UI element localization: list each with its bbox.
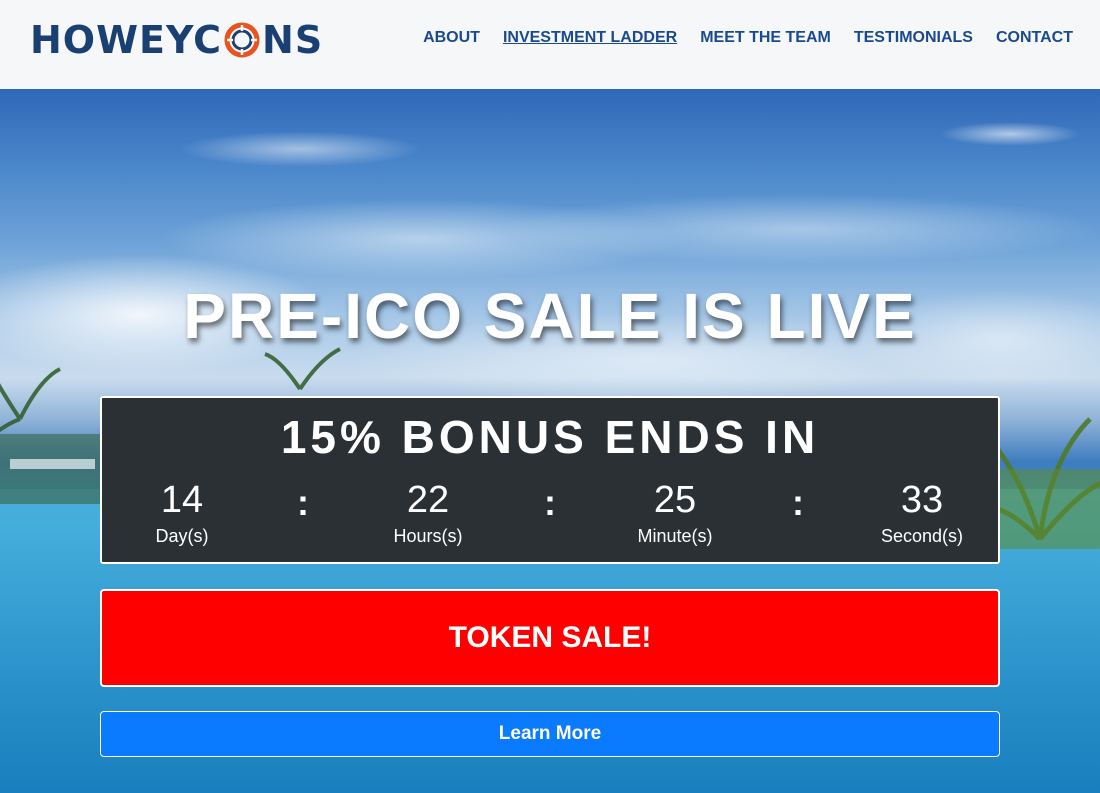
token-sale-button[interactable]: TOKEN SALE! bbox=[100, 589, 1000, 687]
countdown-separator: : bbox=[297, 482, 309, 523]
countdown-minutes: 25 Minute(s) bbox=[595, 478, 755, 548]
countdown-panel: 15% BONUS ENDS IN 14 Day(s) : 22 Hours(s… bbox=[100, 396, 1000, 564]
countdown-hours-label: Hours(s) bbox=[393, 526, 463, 546]
hero-section: PRE-ICO SALE IS LIVE 15% BONUS ENDS IN 1… bbox=[0, 89, 1100, 793]
nav-testimonials[interactable]: TESTIMONIALS bbox=[854, 29, 973, 47]
countdown-separator: : bbox=[792, 482, 804, 523]
coin-logo-icon bbox=[224, 22, 260, 58]
countdown-minutes-value: 25 bbox=[653, 479, 697, 521]
countdown-hours: 22 Hours(s) bbox=[348, 478, 508, 548]
learn-more-button[interactable]: Learn More bbox=[100, 711, 1000, 757]
countdown-separator: : bbox=[544, 482, 556, 523]
nav-investment-ladder[interactable]: INVESTMENT LADDER bbox=[503, 29, 677, 47]
main-nav: ABOUT INVESTMENT LADDER MEET THE TEAM TE… bbox=[423, 29, 1073, 47]
logo-text-part3: NS bbox=[262, 18, 324, 62]
nav-about[interactable]: ABOUT bbox=[423, 29, 480, 47]
countdown-minutes-label: Minute(s) bbox=[637, 526, 713, 546]
countdown-seconds-label: Second(s) bbox=[880, 526, 964, 546]
logo-text-part1: HOW bbox=[30, 18, 140, 62]
countdown-title: 15% BONUS ENDS IN bbox=[280, 411, 820, 463]
howeycoins-logo[interactable]: HOW EYC NS bbox=[30, 18, 323, 62]
countdown-hours-value: 22 bbox=[406, 479, 450, 521]
countdown-days-value: 14 bbox=[160, 479, 204, 521]
countdown-seconds-value: 33 bbox=[900, 479, 944, 521]
logo-text-part2: EYC bbox=[139, 18, 223, 62]
countdown-days: 14 Day(s) bbox=[102, 478, 262, 548]
countdown-seconds: 33 Second(s) bbox=[842, 478, 1002, 548]
hero-headline: PRE-ICO SALE IS LIVE bbox=[183, 280, 917, 352]
nav-meet-the-team[interactable]: MEET THE TEAM bbox=[700, 29, 831, 47]
countdown-days-label: Day(s) bbox=[155, 526, 209, 546]
nav-contact[interactable]: CONTACT bbox=[996, 29, 1073, 47]
site-header: HOW EYC NS ABOUT INVESTMENT LADDER MEET T… bbox=[0, 0, 1100, 89]
